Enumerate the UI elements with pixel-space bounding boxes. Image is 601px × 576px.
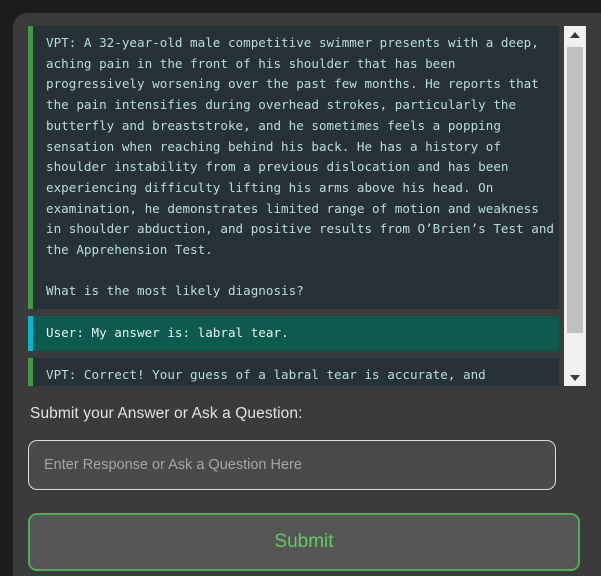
- triangle-down-icon: [570, 374, 580, 381]
- chat-message-user-answer: User: My answer is: labral tear.: [28, 316, 559, 351]
- app-container: VPT: A 32-year-old male competitive swim…: [13, 13, 601, 576]
- message-divider: [28, 350, 559, 358]
- scrollbar-up-button[interactable]: [564, 26, 586, 43]
- transcript-scrollbar[interactable]: [564, 26, 586, 386]
- scrollbar-thumb[interactable]: [567, 47, 583, 333]
- message-divider: [28, 309, 559, 317]
- scrollbar-down-button[interactable]: [564, 369, 586, 386]
- submit-button[interactable]: Submit: [28, 513, 580, 571]
- chat-message-vpt-feedback: VPT: Correct! Your guess of a labral tea…: [28, 357, 559, 386]
- transcript-area: VPT: A 32-year-old male competitive swim…: [28, 26, 586, 386]
- transcript-scroll-region[interactable]: VPT: A 32-year-old male competitive swim…: [28, 26, 559, 386]
- answer-form-label: Submit your Answer or Ask a Question:: [30, 405, 303, 422]
- triangle-up-icon: [570, 31, 580, 38]
- chat-message-vpt-question: VPT: A 32-year-old male competitive swim…: [28, 26, 559, 310]
- answer-input[interactable]: [28, 440, 556, 490]
- scrollbar-track[interactable]: [564, 43, 586, 369]
